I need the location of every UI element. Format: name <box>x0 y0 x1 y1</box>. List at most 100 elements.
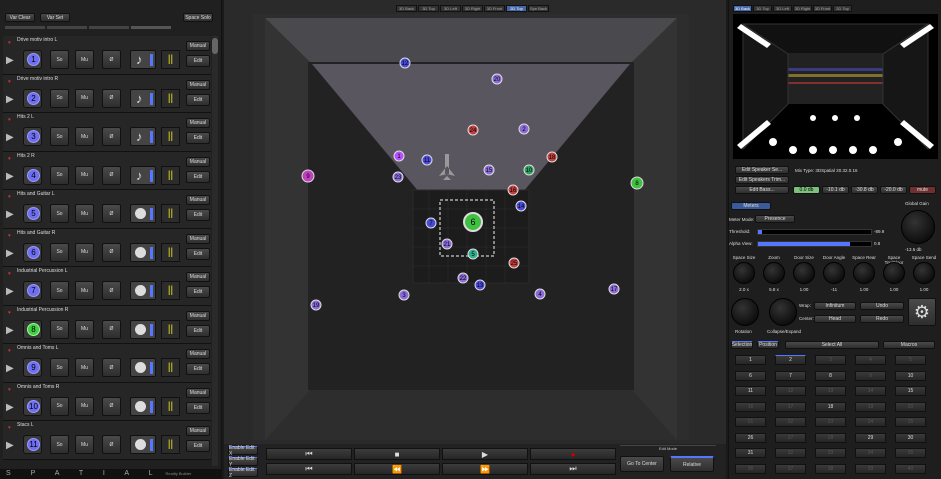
manual-button[interactable]: Manual <box>186 272 210 282</box>
sound-source[interactable]: 17 <box>608 283 620 295</box>
sound-source[interactable]: 25 <box>508 257 520 269</box>
channel-select-button[interactable]: 5 <box>895 355 926 365</box>
meter-mode-select[interactable]: Presence <box>755 215 795 223</box>
mini-view-tab[interactable]: 3D Left <box>773 5 792 12</box>
macros-select[interactable]: Macros <box>883 341 935 349</box>
sound-source[interactable]: 14 <box>515 200 527 212</box>
phase-button[interactable]: Ø <box>102 88 121 108</box>
sound-source[interactable]: 24 <box>467 124 479 136</box>
track-mode-toggle[interactable] <box>130 435 156 454</box>
space-solo-button[interactable]: Space Solo <box>183 13 213 22</box>
view-tab[interactable]: 2D Top <box>506 5 527 12</box>
manual-button[interactable]: Manual <box>186 156 210 167</box>
view-tab[interactable]: 3D Top <box>418 5 439 12</box>
sound-source[interactable]: 5 <box>467 248 479 260</box>
channel-select-button[interactable]: 1 <box>735 355 766 365</box>
pause-button[interactable]: || <box>161 435 180 454</box>
expand-arrow-icon[interactable]: ▶ <box>6 363 14 374</box>
expand-arrow-icon[interactable]: ▶ <box>6 94 14 105</box>
track-number[interactable]: 10 <box>23 396 42 416</box>
track-list-scrollbar[interactable] <box>212 36 218 466</box>
channel-select-button[interactable]: 39 <box>855 463 886 474</box>
channel-select-button[interactable]: 35 <box>895 448 926 458</box>
expand-arrow-icon[interactable]: ▶ <box>6 440 14 451</box>
pause-button[interactable]: || <box>161 127 180 146</box>
sound-source[interactable]: 6 <box>463 212 483 232</box>
phase-button[interactable]: Ø <box>102 396 121 416</box>
track-number[interactable]: 9 <box>23 358 42 377</box>
sound-source[interactable]: 21 <box>441 238 453 250</box>
track-number[interactable]: 5 <box>23 204 42 223</box>
meter-value[interactable]: -10.1 db <box>822 186 849 194</box>
meter-value[interactable]: -30.8 db <box>851 186 878 194</box>
channel-select-button[interactable]: 10 <box>895 370 926 381</box>
edit-button[interactable]: Edit <box>186 132 210 144</box>
mini-view-tab[interactable]: 3D Right <box>793 5 812 12</box>
edit-button[interactable]: Edit <box>186 363 210 375</box>
expand-arrow-icon[interactable]: ▶ <box>6 171 14 182</box>
position-tab[interactable]: Position <box>757 341 779 349</box>
track-mode-toggle[interactable] <box>130 281 156 300</box>
solo-button[interactable]: So <box>50 88 69 108</box>
channel-select-button[interactable]: 26 <box>735 432 766 443</box>
mini-view-tab[interactable]: 3D Front <box>813 5 832 12</box>
track-mode-toggle[interactable] <box>130 204 156 223</box>
phase-button[interactable]: Ø <box>102 358 121 377</box>
mini-view-tab[interactable]: 3D Back <box>733 5 752 12</box>
rewind-button[interactable]: ⏪ <box>354 463 440 475</box>
pause-button[interactable]: || <box>161 281 180 300</box>
sound-source[interactable]: 13 <box>474 279 486 291</box>
phase-button[interactable]: Ø <box>102 281 121 300</box>
track-mode-toggle[interactable]: ♪ <box>130 88 156 108</box>
edit-button[interactable]: Edit <box>186 209 210 221</box>
solo-button[interactable]: So <box>50 358 69 377</box>
channel-select-button[interactable]: 16 <box>735 401 766 412</box>
mini-view-tab[interactable]: 2D Top <box>833 5 852 12</box>
channel-select-button[interactable]: 14 <box>855 386 886 396</box>
track-number[interactable]: 2 <box>23 88 42 108</box>
channel-select-button[interactable]: 38 <box>815 463 846 474</box>
track-number[interactable]: 4 <box>23 165 42 185</box>
expand-arrow-icon[interactable]: ▶ <box>6 402 14 413</box>
edit-button[interactable]: Edit <box>186 93 210 106</box>
solo-button[interactable]: So <box>50 50 69 69</box>
view-tab[interactable]: Spe Back <box>528 5 549 12</box>
expand-arrow-icon[interactable]: ▶ <box>6 248 14 259</box>
channel-select-button[interactable]: 17 <box>775 401 806 412</box>
track-number[interactable]: 3 <box>23 127 42 146</box>
mute-button[interactable]: Mu <box>75 50 94 69</box>
sound-source[interactable]: 4 <box>534 288 546 300</box>
channel-select-button[interactable]: 28 <box>815 432 846 443</box>
record-button[interactable]: ● <box>530 448 616 460</box>
channel-select-button[interactable]: 29 <box>855 432 886 443</box>
solo-button[interactable]: So <box>50 204 69 223</box>
phase-button[interactable]: Ø <box>102 165 121 185</box>
mini-view-tab[interactable]: 3D Top <box>753 5 772 12</box>
manual-button[interactable]: Manual <box>186 118 210 128</box>
manual-button[interactable]: Manual <box>186 349 210 359</box>
manual-button[interactable]: Manual <box>186 79 210 90</box>
redo-button[interactable]: Redo <box>860 315 904 323</box>
space-knob[interactable] <box>763 262 785 284</box>
channel-select-button[interactable]: 11 <box>735 386 766 396</box>
mute-button[interactable]: Mu <box>75 165 94 185</box>
edit-button[interactable]: Edit <box>186 440 210 452</box>
channel-select-button[interactable]: 21 <box>735 417 766 427</box>
view-tab[interactable]: 3D Back <box>396 5 417 12</box>
space-knob[interactable] <box>883 262 905 284</box>
sound-source[interactable]: 12 <box>399 57 411 69</box>
channel-select-button[interactable]: 3 <box>815 355 846 365</box>
sound-source[interactable]: 15 <box>483 164 495 176</box>
channel-select-button[interactable]: 34 <box>855 448 886 458</box>
channel-select-button[interactable]: 37 <box>775 463 806 474</box>
channel-select-button[interactable]: 2 <box>775 355 806 365</box>
phase-button[interactable]: Ø <box>102 435 121 454</box>
edit-button[interactable]: Edit <box>186 170 210 183</box>
solo-button[interactable]: So <box>50 242 69 262</box>
channel-select-button[interactable]: 18 <box>815 401 846 412</box>
channel-select-button[interactable]: 40 <box>895 463 926 474</box>
edit-bass-button[interactable]: Edit Bass... <box>735 186 789 194</box>
edit-speakers-trim-button[interactable]: Edit Speakers Trim... <box>735 176 789 184</box>
center-select[interactable]: Head <box>814 315 856 323</box>
expand-arrow-icon[interactable]: ▶ <box>6 286 14 297</box>
